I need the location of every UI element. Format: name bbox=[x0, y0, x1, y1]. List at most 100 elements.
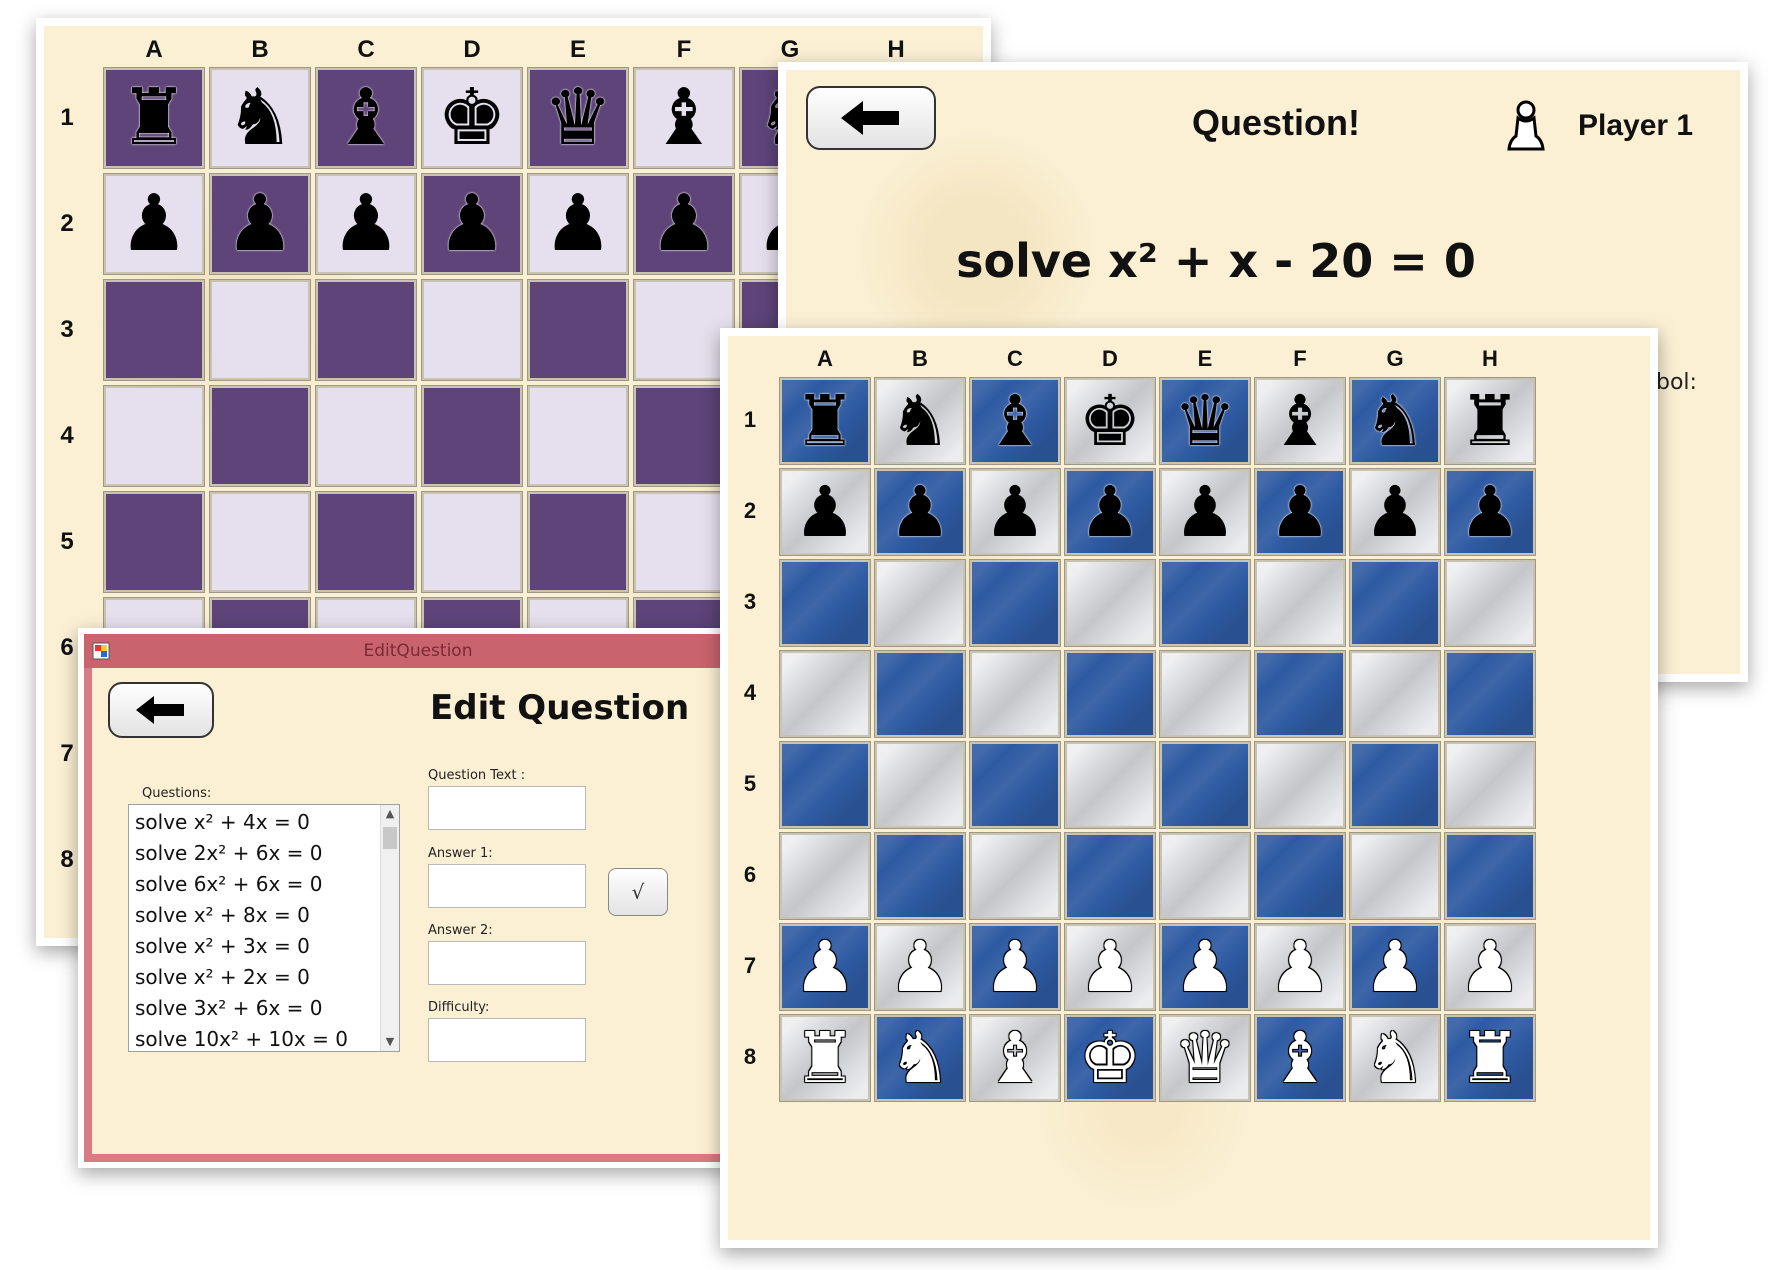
square-d7[interactable]: ♟ bbox=[1064, 923, 1156, 1011]
question-list-item[interactable]: solve 2x² + 6x = 0 bbox=[129, 838, 381, 869]
square-c2[interactable]: ♟ bbox=[969, 468, 1061, 556]
question-list-item[interactable]: solve 6x² + 6x = 0 bbox=[129, 869, 381, 900]
answer1-input[interactable] bbox=[428, 864, 586, 908]
square-e5[interactable] bbox=[527, 491, 629, 593]
square-h2[interactable]: ♟ bbox=[1444, 468, 1536, 556]
square-h4[interactable] bbox=[1444, 650, 1536, 738]
square-e3[interactable] bbox=[1159, 559, 1251, 647]
square-b5[interactable] bbox=[209, 491, 311, 593]
square-f4[interactable] bbox=[633, 385, 735, 487]
question-list-item[interactable]: solve x² + 8x = 0 bbox=[129, 900, 381, 931]
square-d1[interactable]: ♚ bbox=[1064, 377, 1156, 465]
square-e8[interactable]: ♛ bbox=[1159, 1014, 1251, 1102]
square-d5[interactable] bbox=[421, 491, 523, 593]
square-b2[interactable]: ♟ bbox=[874, 468, 966, 556]
square-g1[interactable]: ♞ bbox=[1349, 377, 1441, 465]
square-h5[interactable] bbox=[1444, 741, 1536, 829]
square-d2[interactable]: ♟ bbox=[1064, 468, 1156, 556]
square-a1[interactable]: ♜ bbox=[779, 377, 871, 465]
question-list-item[interactable]: solve 3x² + 6x = 0 bbox=[129, 993, 381, 1024]
square-f5[interactable] bbox=[633, 491, 735, 593]
square-h8[interactable]: ♜ bbox=[1444, 1014, 1536, 1102]
square-b1[interactable]: ♞ bbox=[209, 67, 311, 169]
square-b8[interactable]: ♞ bbox=[874, 1014, 966, 1102]
square-f1[interactable]: ♝ bbox=[633, 67, 735, 169]
square-f7[interactable]: ♟ bbox=[1254, 923, 1346, 1011]
square-f8[interactable]: ♝ bbox=[1254, 1014, 1346, 1102]
square-c6[interactable] bbox=[969, 832, 1061, 920]
square-e2[interactable]: ♟ bbox=[1159, 468, 1251, 556]
square-c4[interactable] bbox=[969, 650, 1061, 738]
square-g4[interactable] bbox=[1349, 650, 1441, 738]
square-b4[interactable] bbox=[874, 650, 966, 738]
square-e3[interactable] bbox=[527, 279, 629, 381]
square-f3[interactable] bbox=[1254, 559, 1346, 647]
answer2-input[interactable] bbox=[428, 941, 586, 985]
square-a1[interactable]: ♜ bbox=[103, 67, 205, 169]
square-f2[interactable]: ♟ bbox=[1254, 468, 1346, 556]
square-d8[interactable]: ♚ bbox=[1064, 1014, 1156, 1102]
square-b2[interactable]: ♟ bbox=[209, 173, 311, 275]
square-g7[interactable]: ♟ bbox=[1349, 923, 1441, 1011]
square-a2[interactable]: ♟ bbox=[103, 173, 205, 275]
square-g6[interactable] bbox=[1349, 832, 1441, 920]
question-list-item[interactable]: solve x² + 4x = 0 bbox=[129, 807, 381, 838]
scroll-thumb[interactable] bbox=[383, 827, 397, 849]
square-a6[interactable] bbox=[779, 832, 871, 920]
square-c5[interactable] bbox=[315, 491, 417, 593]
square-c3[interactable] bbox=[969, 559, 1061, 647]
square-d5[interactable] bbox=[1064, 741, 1156, 829]
square-e1[interactable]: ♛ bbox=[1159, 377, 1251, 465]
square-c4[interactable] bbox=[315, 385, 417, 487]
square-f2[interactable]: ♟ bbox=[633, 173, 735, 275]
confirm-button[interactable]: √ bbox=[608, 868, 668, 916]
square-d4[interactable] bbox=[1064, 650, 1156, 738]
scroll-up-icon[interactable]: ▲ bbox=[381, 805, 399, 823]
square-d2[interactable]: ♟ bbox=[421, 173, 523, 275]
back-button[interactable] bbox=[806, 86, 936, 150]
edit-back-button[interactable] bbox=[108, 682, 214, 738]
square-b3[interactable] bbox=[874, 559, 966, 647]
square-f6[interactable] bbox=[1254, 832, 1346, 920]
square-c1[interactable]: ♝ bbox=[315, 67, 417, 169]
square-e2[interactable]: ♟ bbox=[527, 173, 629, 275]
difficulty-input[interactable] bbox=[428, 1018, 586, 1062]
square-a3[interactable] bbox=[779, 559, 871, 647]
square-a5[interactable] bbox=[103, 491, 205, 593]
square-d1[interactable]: ♚ bbox=[421, 67, 523, 169]
square-c5[interactable] bbox=[969, 741, 1061, 829]
square-a2[interactable]: ♟ bbox=[779, 468, 871, 556]
square-e4[interactable] bbox=[527, 385, 629, 487]
question-text-input[interactable] bbox=[428, 786, 586, 830]
scroll-down-icon[interactable]: ▼ bbox=[381, 1033, 399, 1051]
square-d3[interactable] bbox=[421, 279, 523, 381]
square-g5[interactable] bbox=[1349, 741, 1441, 829]
square-c7[interactable]: ♟ bbox=[969, 923, 1061, 1011]
square-c3[interactable] bbox=[315, 279, 417, 381]
square-f1[interactable]: ♝ bbox=[1254, 377, 1346, 465]
square-h3[interactable] bbox=[1444, 559, 1536, 647]
question-list-item[interactable]: solve x² + 3x = 0 bbox=[129, 931, 381, 962]
square-e7[interactable]: ♟ bbox=[1159, 923, 1251, 1011]
square-b3[interactable] bbox=[209, 279, 311, 381]
square-g2[interactable]: ♟ bbox=[1349, 468, 1441, 556]
square-f3[interactable] bbox=[633, 279, 735, 381]
square-d4[interactable] bbox=[421, 385, 523, 487]
square-h1[interactable]: ♜ bbox=[1444, 377, 1536, 465]
questions-scrollbar[interactable]: ▲ ▼ bbox=[380, 805, 399, 1051]
square-b1[interactable]: ♞ bbox=[874, 377, 966, 465]
square-a3[interactable] bbox=[103, 279, 205, 381]
square-b5[interactable] bbox=[874, 741, 966, 829]
square-e5[interactable] bbox=[1159, 741, 1251, 829]
square-e6[interactable] bbox=[1159, 832, 1251, 920]
square-h7[interactable]: ♟ bbox=[1444, 923, 1536, 1011]
question-list-item[interactable]: solve 10x² + 10x = 0 bbox=[129, 1024, 381, 1051]
square-f4[interactable] bbox=[1254, 650, 1346, 738]
square-f5[interactable] bbox=[1254, 741, 1346, 829]
square-g3[interactable] bbox=[1349, 559, 1441, 647]
square-d6[interactable] bbox=[1064, 832, 1156, 920]
square-g8[interactable]: ♞ bbox=[1349, 1014, 1441, 1102]
square-a4[interactable] bbox=[779, 650, 871, 738]
window-titlebar[interactable]: EditQuestion bbox=[84, 634, 752, 668]
square-e4[interactable] bbox=[1159, 650, 1251, 738]
